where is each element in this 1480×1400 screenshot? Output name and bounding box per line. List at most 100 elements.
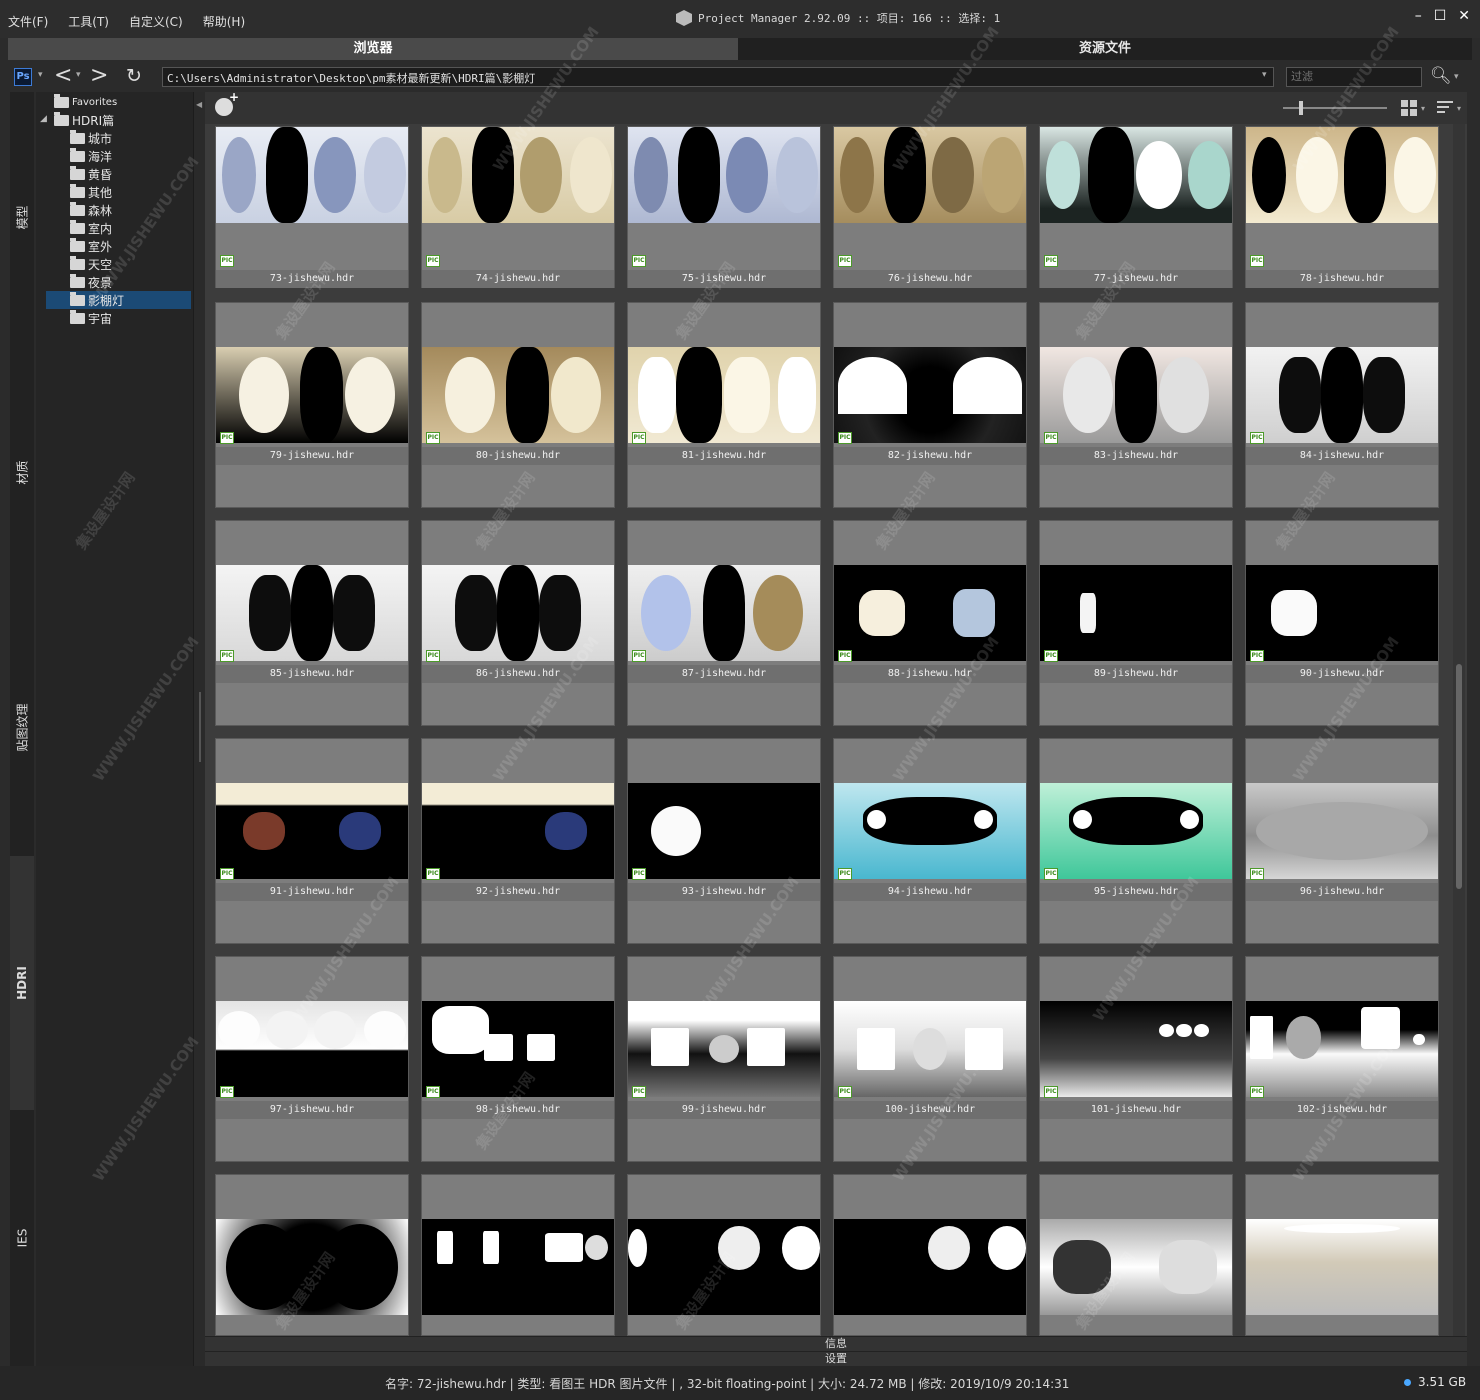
thumbnail-card[interactable] [421,1174,615,1336]
thumbnail-card[interactable]: PIC 97-jishewu.hdr [215,956,409,1162]
thumbnail-card[interactable]: PIC 87-jishewu.hdr [627,520,821,726]
tree-item-favorites[interactable]: Favorites [54,93,117,111]
slider-handle[interactable] [1299,101,1303,115]
filter-input[interactable] [1286,67,1422,87]
thumbnail-card[interactable]: PIC 101-jishewu.hdr [1039,956,1233,1162]
thumbnail-card[interactable]: PIC 81-jishewu.hdr [627,302,821,508]
side-tab-textures[interactable]: 贴图纹理 [10,602,34,852]
tree-item-dusk[interactable]: 黄昏 [70,165,112,183]
thumbnail-card[interactable]: PIC 100-jishewu.hdr [833,956,1027,1162]
thumbnail-card[interactable]: PIC 96-jishewu.hdr [1245,738,1439,944]
panel-splitter[interactable]: ◀ [193,92,205,1366]
tree-item-city[interactable]: 城市 [70,129,112,147]
side-tab-materials[interactable]: 材质 [10,342,34,602]
settings-panel-header[interactable]: 设置 [205,1351,1467,1366]
thumbnail-card[interactable]: PIC 88-jishewu.hdr [833,520,1027,726]
thumbnail-card[interactable]: PIC 90-jishewu.hdr [1245,520,1439,726]
thumbnail-card[interactable]: PIC 95-jishewu.hdr [1039,738,1233,944]
thumbnail-card[interactable]: PIC 91-jishewu.hdr [215,738,409,944]
thumbnail-card[interactable] [1245,1174,1439,1336]
side-tab-models[interactable]: 模型 [10,92,34,342]
thumbnail-card[interactable]: PIC 89-jishewu.hdr [1039,520,1233,726]
tree-item-sky[interactable]: 天空 [70,255,112,273]
thumbnail-card[interactable]: PIC 98-jishewu.hdr [421,956,615,1162]
scrollbar-thumb[interactable] [1456,664,1462,889]
close-button[interactable]: ✕ [1458,8,1470,24]
tree-item-other[interactable]: 其他 [70,183,112,201]
thumbnail-card[interactable] [833,1174,1027,1336]
tree-item-label: 天空 [88,257,113,272]
tree-item-indoor[interactable]: 室内 [70,219,112,237]
thumbnail-card[interactable]: PIC 99-jishewu.hdr [627,956,821,1162]
menu-help[interactable]: 帮助(H) [203,13,245,30]
file-type-icon: PIC [632,1086,646,1098]
thumbnail-card[interactable]: PIC 86-jishewu.hdr [421,520,615,726]
thumbnail-card[interactable]: PIC 83-jishewu.hdr [1039,302,1233,508]
thumbnail-card[interactable] [627,1174,821,1336]
file-name-label: 74-jishewu.hdr [422,270,614,288]
collapse-left-icon[interactable]: ◀ [196,100,202,109]
file-type-icon: PIC [632,650,646,662]
sort-dropdown-icon[interactable]: ▾ [1457,104,1461,113]
side-tab-hdri[interactable]: HDRI [10,856,34,1110]
thumbnail-card[interactable]: PIC 77-jishewu.hdr [1039,126,1233,288]
sort-icon[interactable] [1437,101,1453,115]
file-name-label: 76-jishewu.hdr [834,270,1026,288]
thumbnail-card[interactable]: PIC 78-jishewu.hdr [1245,126,1439,288]
thumbnail-card[interactable]: PIC 84-jishewu.hdr [1245,302,1439,508]
tab-browser[interactable]: 浏览器 [8,38,738,60]
tree-item-night[interactable]: 夜景 [70,273,112,291]
thumbnail-card[interactable]: PIC 76-jishewu.hdr [833,126,1027,288]
thumbnail-card[interactable] [215,1174,409,1336]
scrollbar[interactable] [1453,124,1465,1336]
tab-assets[interactable]: 资源文件 [738,38,1472,60]
thumbnail-card[interactable]: PIC 85-jishewu.hdr [215,520,409,726]
file-name-label: 77-jishewu.hdr [1040,270,1232,288]
menu-file[interactable]: 文件(F) [8,13,48,30]
tree-item-outdoor[interactable]: 室外 [70,237,112,255]
menu-customize[interactable]: 自定义(C) [129,13,183,30]
thumbnail-card[interactable]: PIC 80-jishewu.hdr [421,302,615,508]
side-tab-ies[interactable]: IES [10,1110,34,1366]
tree-item-forest[interactable]: 森林 [70,201,112,219]
photoshop-icon[interactable]: Ps [14,68,32,86]
collapse-arrow-icon[interactable]: ◢ [40,114,47,124]
add-item-icon[interactable] [215,90,239,116]
maximize-button[interactable]: ☐ [1434,8,1447,24]
file-name-label: 84-jishewu.hdr [1246,447,1438,465]
thumbnail-card[interactable]: PIC 79-jishewu.hdr [215,302,409,508]
search-icon[interactable]: 🔍︎ [1430,66,1452,86]
history-dropdown-icon[interactable]: ▾ [76,70,81,80]
search-dropdown-icon[interactable]: ▾ [1454,72,1459,82]
hdri-preview-image [1246,565,1438,661]
tree-item-ocean[interactable]: 海洋 [70,147,112,165]
view-dropdown-icon[interactable]: ▾ [1421,104,1425,113]
window-title: Project Manager 2.92.09 :: 项目: 166 :: 选择… [676,10,1000,26]
tree-item-label: 城市 [88,131,113,146]
tree-item-root[interactable]: HDRI篇 [54,111,114,129]
back-button[interactable]: < [54,63,72,88]
tree-item-universe[interactable]: 宇宙 [70,309,112,327]
menu-tools[interactable]: 工具(T) [68,13,109,30]
grid-view-icon[interactable] [1401,100,1417,116]
hdri-preview-image [1246,1219,1438,1315]
refresh-button[interactable]: ↻ [126,65,142,87]
thumbnail-card[interactable]: PIC 102-jishewu.hdr [1245,956,1439,1162]
thumbnail-card[interactable]: PIC 92-jishewu.hdr [421,738,615,944]
thumbnail-card[interactable]: PIC 74-jishewu.hdr [421,126,615,288]
path-dropdown-icon[interactable]: ▾ [1262,70,1267,80]
minimize-button[interactable]: – [1415,8,1422,24]
info-panel-header[interactable]: 信息 [205,1336,1467,1351]
thumbnail-card[interactable]: PIC 93-jishewu.hdr [627,738,821,944]
thumbnail-card[interactable]: PIC 75-jishewu.hdr [627,126,821,288]
path-input[interactable]: C:\Users\Administrator\Desktop\pm素材最新更新\… [162,67,1274,87]
thumbnail-card[interactable]: PIC 82-jishewu.hdr [833,302,1027,508]
tree-item-studio-lights[interactable]: 影棚灯 [46,291,191,309]
chevron-down-icon[interactable]: ▾ [38,70,43,80]
thumbnail-card[interactable]: PIC 94-jishewu.hdr [833,738,1027,944]
forward-button[interactable]: > [90,63,108,88]
folder-icon [70,219,85,234]
splitter-grip[interactable] [199,692,201,762]
thumbnail-card[interactable] [1039,1174,1233,1336]
thumbnail-card[interactable]: PIC 73-jishewu.hdr [215,126,409,288]
